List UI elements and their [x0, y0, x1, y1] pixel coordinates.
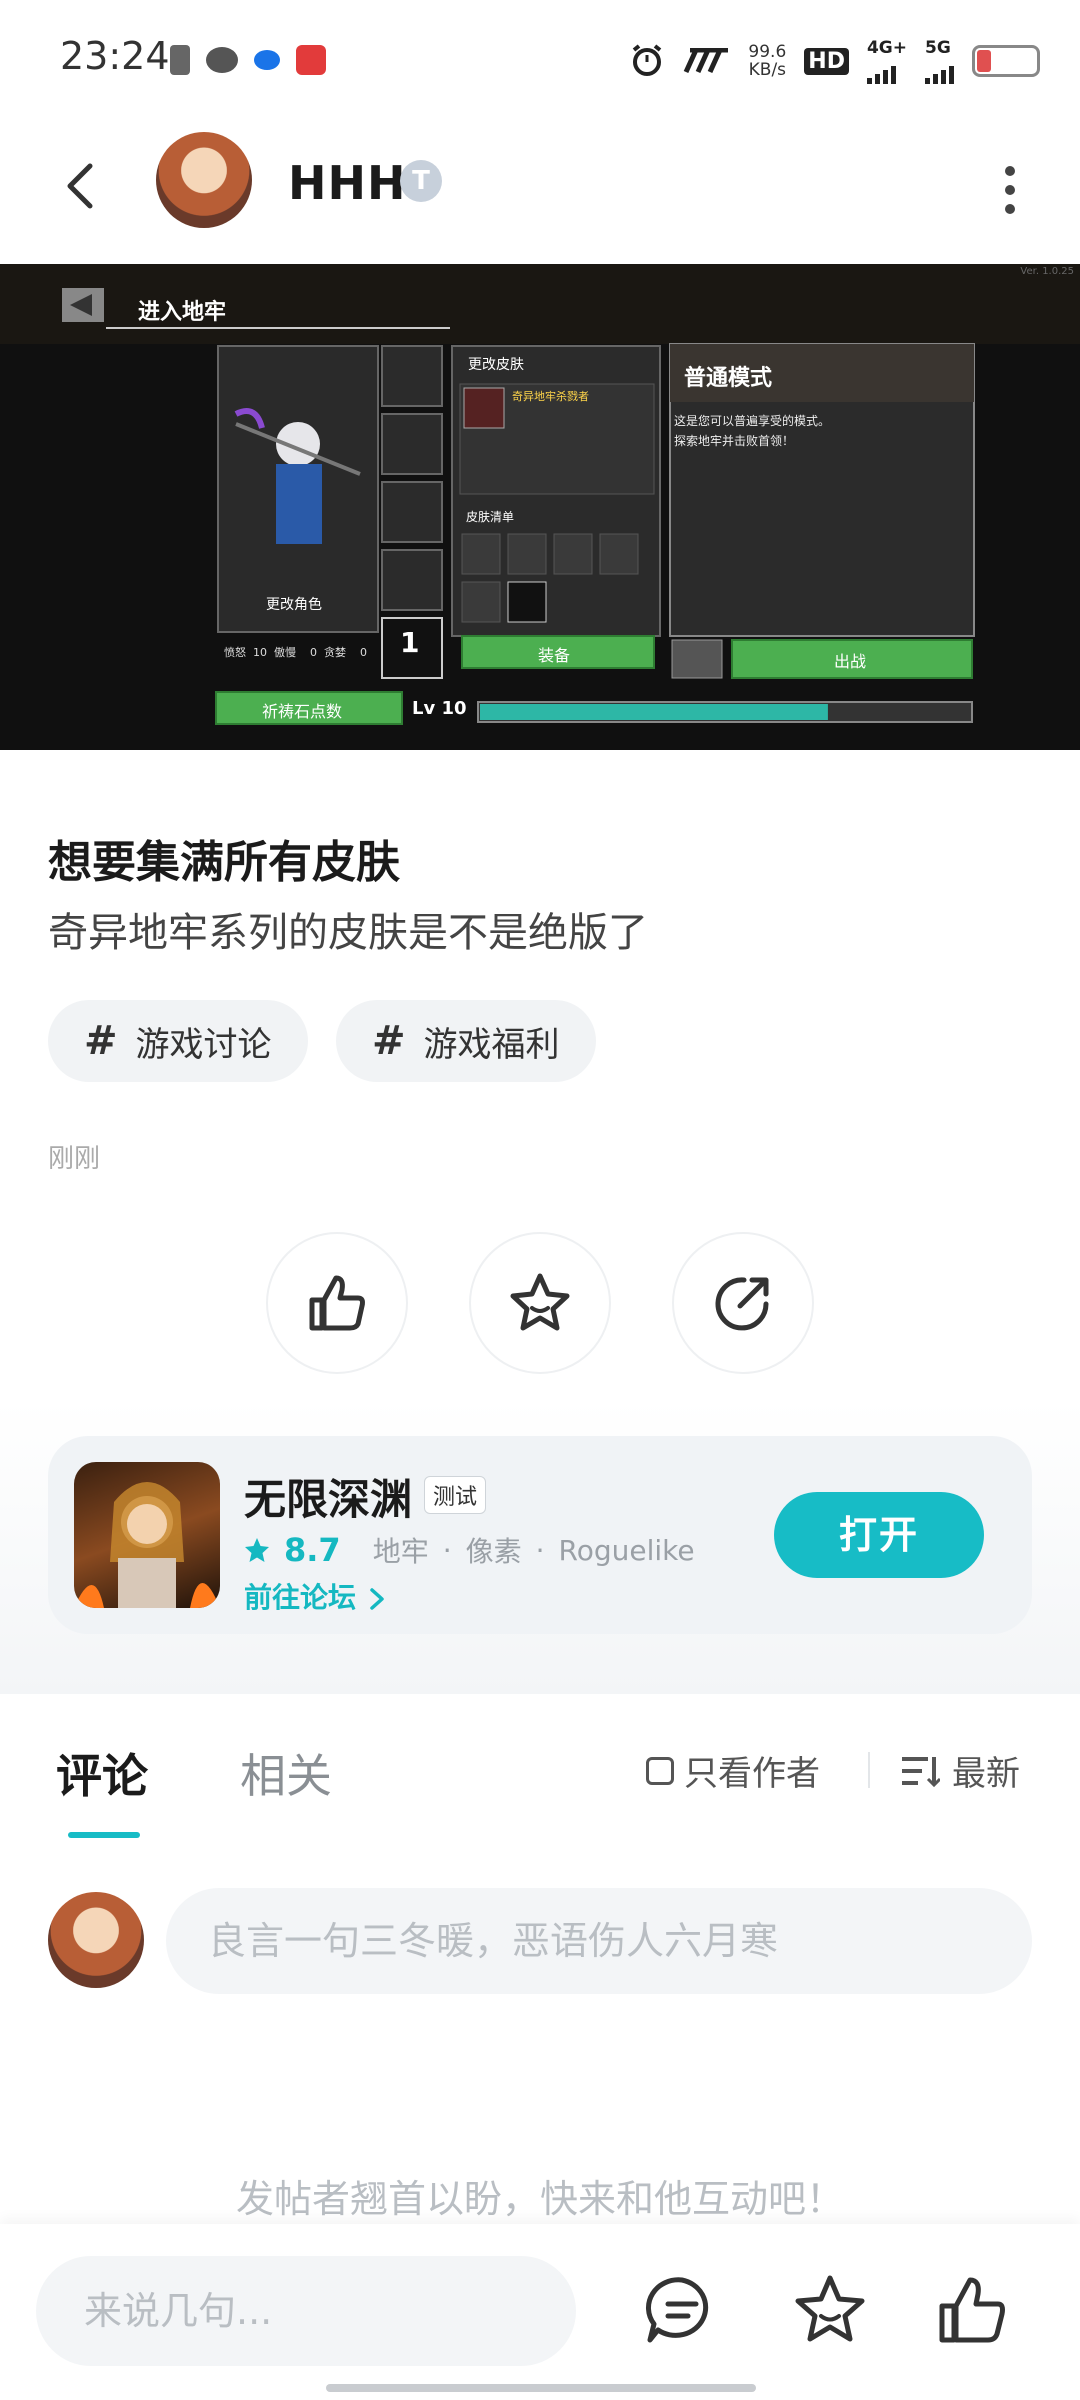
game-count-text: 1	[400, 626, 420, 659]
bird-app-icon	[254, 50, 280, 70]
nfc-icon	[684, 48, 729, 74]
thumbs-up-icon	[939, 2277, 1005, 2343]
separator-dot: ·	[535, 1533, 545, 1567]
sim-card-icon	[170, 45, 190, 75]
chevron-right-icon	[370, 1588, 384, 1610]
game-change-skin-text: 更改皮肤	[468, 357, 524, 373]
signal-5g: 5G	[925, 38, 954, 84]
author-name[interactable]: HHH	[288, 156, 407, 210]
author-only-toggle[interactable]: 只看作者	[646, 1746, 820, 1795]
game-app-icon[interactable]	[74, 1462, 220, 1608]
my-avatar[interactable]	[48, 1892, 144, 1988]
game-genre-roguelike: Roguelike	[558, 1533, 695, 1567]
game-fight-text: 出战	[834, 652, 867, 671]
hd-icon: HD	[804, 47, 849, 75]
separator-dot: ·	[442, 1533, 452, 1567]
status-bar: 23:24 99.6 KB/s HD 4G+ 5G 9	[0, 0, 1080, 110]
game-genre-dungeon: 地牢	[372, 1535, 429, 1568]
game-card[interactable]: 无限深渊 测试 8.7 地牢 · 像素 · Roguelike 前往论坛 打开	[48, 1436, 1032, 1634]
game-genre-pixel: 像素	[465, 1535, 522, 1568]
comment-icon	[645, 2277, 709, 2343]
star-icon	[510, 1273, 570, 1331]
bottom-action-bar: 来说几句...	[0, 2224, 1080, 2400]
back-button[interactable]	[48, 150, 118, 220]
game-screenshot-art	[0, 264, 1080, 750]
more-vertical-icon	[1005, 166, 1015, 214]
star-icon	[795, 2275, 865, 2342]
tag-game-benefits[interactable]: # 游戏福利	[336, 1000, 596, 1082]
active-tab-indicator	[68, 1832, 140, 1838]
open-game-button[interactable]: 打开	[774, 1492, 984, 1578]
notification-icons	[170, 40, 326, 80]
sort-button[interactable]: 最新	[900, 1746, 1020, 1795]
rating-star-icon	[245, 1538, 269, 1562]
game-skin-list-text: 皮肤清单	[466, 510, 515, 524]
game-version-text: Ver. 1.0.25	[1020, 266, 1074, 277]
divider	[868, 1752, 870, 1788]
game-mode-text: 普通模式	[684, 366, 773, 391]
checkbox-icon	[646, 1756, 674, 1785]
more-options-button[interactable]	[980, 155, 1040, 225]
favorite-bottom-button[interactable]	[788, 2268, 872, 2352]
hashtag-icon: #	[372, 1018, 406, 1064]
game-equip-text: 装备	[538, 646, 571, 665]
game-rating: 8.7	[284, 1531, 341, 1569]
game-meta-row: 8.7 地牢 · 像素 · Roguelike	[244, 1530, 695, 1570]
quick-comment-input[interactable]: 来说几句...	[36, 2256, 576, 2366]
post-body: 奇异地牢系列的皮肤是不是绝版了	[48, 910, 648, 956]
user-level-badge: T	[400, 160, 442, 202]
home-indicator[interactable]	[326, 2384, 756, 2392]
game-level-text: Lv 10	[412, 698, 467, 719]
game-prayer-text: 祈祷石点数	[262, 702, 343, 721]
post-time: 刚刚	[48, 1144, 101, 1174]
favorite-button[interactable]	[469, 1232, 611, 1374]
status-time: 23:24	[60, 34, 170, 78]
comment-button[interactable]	[640, 2268, 724, 2352]
netease-music-icon	[296, 45, 326, 75]
signal-4g: 4G+	[866, 38, 907, 84]
net-speed: 99.6 KB/s	[748, 42, 787, 80]
post-header: HHH T	[0, 110, 1080, 260]
comment-input[interactable]: 良言一句三冬暖，恶语伤人六月寒	[166, 1888, 1032, 1994]
author-avatar[interactable]	[156, 132, 252, 228]
tag-label: 游戏讨论	[135, 1024, 272, 1065]
game-skin-name-text: 奇异地牢杀戮者	[512, 390, 589, 403]
wechat-icon	[206, 47, 238, 73]
thumbs-up-icon	[309, 1275, 365, 1331]
chevron-left-icon	[67, 163, 93, 209]
game-test-badge: 测试	[424, 1476, 487, 1514]
game-stat-line: 愤怒 10 傲慢 0 贪婪 0	[224, 646, 367, 659]
game-name[interactable]: 无限深渊	[244, 1466, 412, 1527]
alarm-icon	[633, 44, 662, 76]
like-button[interactable]	[266, 1232, 408, 1374]
like-bottom-button[interactable]	[930, 2268, 1014, 2352]
sort-icon	[902, 1756, 940, 1787]
tag-label: 游戏福利	[423, 1024, 560, 1065]
empty-comments-hint: 发帖者翘首以盼，快来和他互动吧！	[235, 2177, 844, 2221]
game-mode-desc-1: 这是您可以普遍享受的模式。	[674, 414, 831, 428]
battery-icon: 9	[972, 45, 1040, 77]
go-to-forum-link[interactable]: 前往论坛	[244, 1576, 388, 1616]
game-mode-desc-2: 探索地牢并击败首领！	[674, 434, 795, 448]
post-title: 想要集满所有皮肤	[48, 837, 400, 888]
system-icons: 99.6 KB/s HD 4G+ 5G 9	[630, 38, 1040, 84]
share-icon	[715, 1277, 769, 1331]
tab-comments[interactable]: 评论	[56, 1740, 148, 1806]
tag-game-discussion[interactable]: # 游戏讨论	[48, 1000, 308, 1082]
game-change-char-text: 更改角色	[266, 597, 322, 613]
game-enter-dungeon-text: 进入地牢	[138, 300, 227, 325]
tab-related[interactable]: 相关	[240, 1740, 332, 1806]
hashtag-icon: #	[84, 1018, 118, 1064]
post-image[interactable]: Ver. 1.0.25 进入地牢 更改皮肤 奇异地牢杀戮者 皮肤清单 普通模式 …	[0, 264, 1080, 750]
share-button[interactable]	[672, 1232, 814, 1374]
